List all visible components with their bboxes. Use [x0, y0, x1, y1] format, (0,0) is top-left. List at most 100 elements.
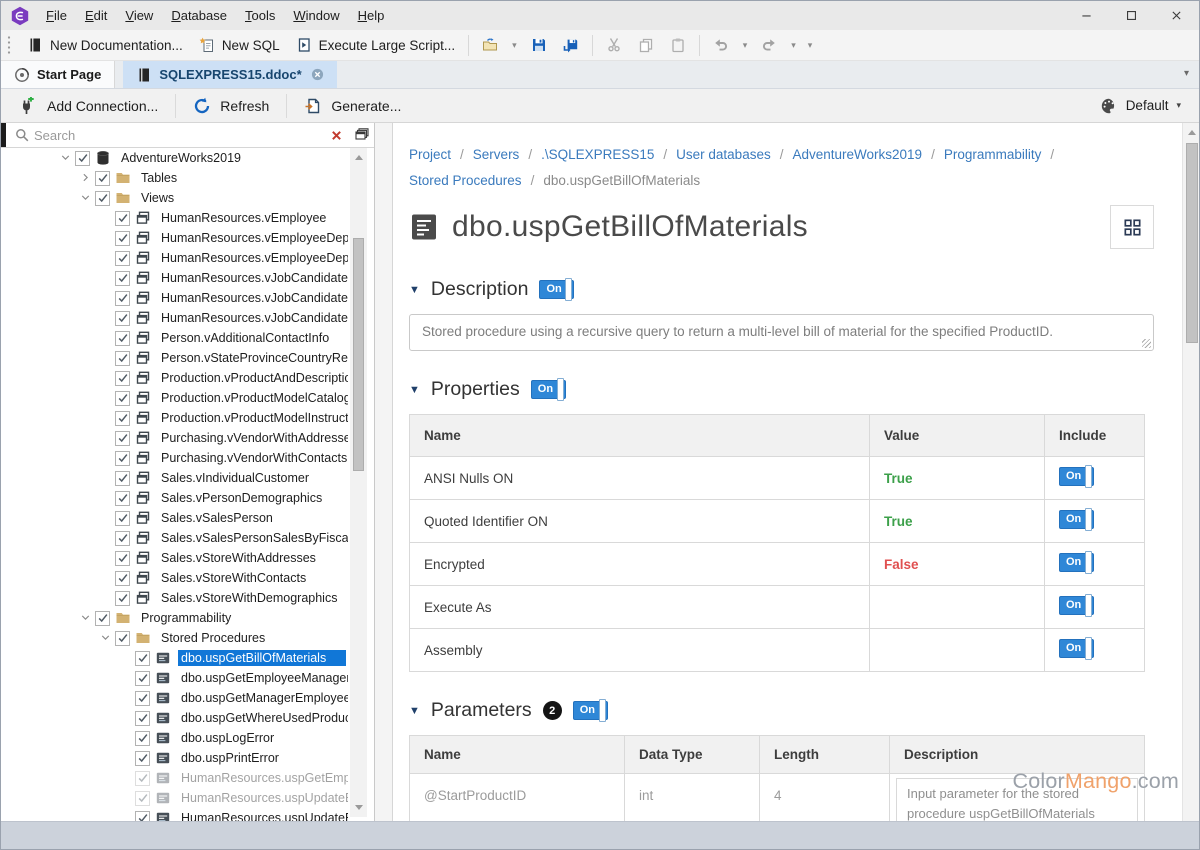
collapse-triangle-icon[interactable] — [409, 284, 420, 296]
tab-sqlexpress15-ddoc-[interactable]: SQLEXPRESS15.ddoc* — [123, 61, 336, 88]
tree-checkbox[interactable] — [115, 531, 130, 546]
new-documentation-button[interactable]: New Documentation... — [19, 32, 191, 58]
menu-item-edit[interactable]: Edit — [76, 1, 116, 30]
refresh-button[interactable]: Refresh — [180, 91, 282, 121]
tree-checkbox[interactable] — [115, 331, 130, 346]
tree-item[interactable]: Tables — [1, 168, 348, 188]
tree-checkbox[interactable] — [115, 511, 130, 526]
tree-checkbox[interactable] — [115, 551, 130, 566]
tree-item[interactable]: HumanResources.vEmployeeDepartment — [1, 228, 348, 248]
tree-item[interactable]: AdventureWorks2019 — [1, 148, 348, 168]
tree-checkbox[interactable] — [135, 751, 150, 766]
tree-checkbox[interactable] — [115, 371, 130, 386]
scroll-down-icon[interactable] — [350, 800, 367, 815]
tree-item[interactable]: Person.vStateProvinceCountryRegion — [1, 348, 348, 368]
dropdown-caret-icon[interactable]: ▾ — [785, 40, 802, 51]
tree-checkbox[interactable] — [135, 771, 150, 786]
description-toggle[interactable]: On — [539, 280, 574, 299]
new-sql-button[interactable]: New SQL — [191, 32, 288, 58]
tree-checkbox[interactable] — [115, 631, 130, 646]
tree-checkbox[interactable] — [115, 591, 130, 606]
resize-grip-icon[interactable] — [1142, 339, 1151, 348]
menu-item-tools[interactable]: Tools — [236, 1, 284, 30]
tree-item[interactable]: Production.vProductAndDescription — [1, 368, 348, 388]
tree-item[interactable]: HumanResources.vJobCandidateEmplo... — [1, 308, 348, 328]
breadcrumb-link[interactable]: User databases — [676, 144, 771, 166]
breadcrumb-link[interactable]: Servers — [473, 144, 520, 166]
include-toggle[interactable]: On — [1059, 553, 1094, 572]
description-input[interactable]: Stored procedure using a recursive query… — [409, 314, 1154, 351]
tree-item[interactable]: Person.vAdditionalContactInfo — [1, 328, 348, 348]
theme-selector[interactable]: Default ▾ — [1088, 97, 1193, 115]
tree-checkbox[interactable] — [115, 251, 130, 266]
tree-item[interactable]: HumanResources.vJobCandidate — [1, 268, 348, 288]
search-input[interactable] — [34, 128, 323, 143]
close-button[interactable] — [1154, 1, 1199, 30]
tree-checkbox[interactable] — [115, 571, 130, 586]
tree-item[interactable]: dbo.uspGetWhereUsedProductID — [1, 708, 348, 728]
panel-splitter[interactable] — [375, 123, 393, 821]
tree-checkbox[interactable] — [115, 351, 130, 366]
dropdown-caret-icon[interactable]: ▾ — [802, 40, 819, 51]
main-scrollbar-thumb[interactable] — [1186, 143, 1198, 343]
add-connection-button[interactable]: Add Connection... — [7, 91, 171, 121]
tree-item[interactable]: Sales.vPersonDemographics — [1, 488, 348, 508]
save-all-button[interactable] — [555, 32, 587, 58]
minimize-button[interactable] — [1064, 1, 1109, 30]
include-toggle[interactable]: On — [1059, 596, 1094, 615]
tree-checkbox[interactable] — [115, 311, 130, 326]
execute-large-script-button[interactable]: Execute Large Script... — [288, 32, 464, 58]
tree-checkbox[interactable] — [115, 211, 130, 226]
tree-checkbox[interactable] — [115, 391, 130, 406]
breadcrumb-link[interactable]: Project — [409, 144, 451, 166]
tree-checkbox[interactable] — [115, 431, 130, 446]
collapse-triangle-icon[interactable] — [409, 384, 420, 396]
chevron-down-icon[interactable] — [79, 191, 94, 206]
menu-item-help[interactable]: Help — [349, 1, 394, 30]
tree-item[interactable]: Stored Procedures — [1, 628, 348, 648]
dropdown-caret-icon[interactable]: ▾ — [737, 40, 754, 51]
include-toggle[interactable]: On — [1059, 467, 1094, 486]
layout-button[interactable] — [1110, 205, 1154, 249]
tree-scrollbar-thumb[interactable] — [353, 238, 364, 471]
parameters-toggle[interactable]: On — [573, 701, 608, 720]
tree-item[interactable]: HumanResources.vEmployee — [1, 208, 348, 228]
menu-item-view[interactable]: View — [116, 1, 162, 30]
cut-button[interactable] — [598, 32, 630, 58]
tree-checkbox[interactable] — [115, 451, 130, 466]
tree-checkbox[interactable] — [135, 651, 150, 666]
chevron-down-icon[interactable] — [99, 631, 114, 646]
open-file-button[interactable] — [474, 32, 506, 58]
tree-item[interactable]: Production.vProductModelInstructions — [1, 408, 348, 428]
tree-item[interactable]: Sales.vStoreWithAddresses — [1, 548, 348, 568]
undo-button[interactable] — [705, 32, 737, 58]
tab-list-dropdown-icon[interactable]: ▾ — [1184, 68, 1189, 79]
save-button[interactable] — [523, 32, 555, 58]
tree-item[interactable]: HumanResources.uspUpdateEmploy... — [1, 788, 348, 808]
tree-checkbox[interactable] — [75, 151, 90, 166]
tree-checkbox[interactable] — [135, 731, 150, 746]
breadcrumb-link[interactable]: AdventureWorks2019 — [792, 144, 922, 166]
generate-button[interactable]: Generate... — [291, 91, 414, 121]
tree-item[interactable]: Programmability — [1, 608, 348, 628]
menu-item-database[interactable]: Database — [162, 1, 236, 30]
tree-checkbox[interactable] — [95, 191, 110, 206]
tree-item[interactable]: Production.vProductModelCatalogDescr... — [1, 388, 348, 408]
copy-button[interactable] — [630, 32, 662, 58]
paste-button[interactable] — [662, 32, 694, 58]
tab-close-icon[interactable] — [311, 68, 324, 81]
chevron-right-icon[interactable] — [79, 171, 94, 186]
main-scrollbar[interactable] — [1182, 123, 1200, 821]
tree-checkbox[interactable] — [135, 711, 150, 726]
chevron-down-icon[interactable] — [59, 151, 74, 166]
tree-checkbox[interactable] — [135, 811, 150, 822]
tree-item[interactable]: Sales.vStoreWithDemographics — [1, 588, 348, 608]
tree-checkbox[interactable] — [115, 291, 130, 306]
menu-item-file[interactable]: File — [37, 1, 76, 30]
scroll-up-icon[interactable] — [1183, 125, 1200, 140]
tree-item[interactable]: Sales.vStoreWithContacts — [1, 568, 348, 588]
menu-item-window[interactable]: Window — [284, 1, 348, 30]
maximize-button[interactable] — [1109, 1, 1154, 30]
tree-item[interactable]: Purchasing.vVendorWithContacts — [1, 448, 348, 468]
tree-checkbox[interactable] — [115, 411, 130, 426]
